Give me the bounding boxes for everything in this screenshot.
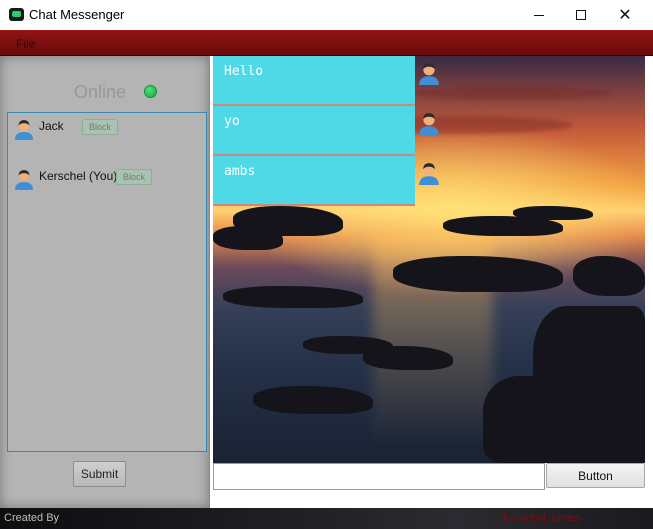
window-title: Chat Messenger xyxy=(29,7,125,22)
chat-message-bubble: Hello xyxy=(213,56,415,106)
chat-messenger-window: Chat Messenger ✕ File Online Jack Block … xyxy=(0,0,653,529)
user-list[interactable]: Jack Block Kerschel (You) Block xyxy=(7,112,207,452)
chat-message-area[interactable]: Hello yo ambs xyxy=(213,56,645,463)
online-status-label: Online xyxy=(74,82,127,102)
background-rock xyxy=(213,226,283,250)
footer-bar: Created By Kerschel James xyxy=(0,508,653,529)
background-rock xyxy=(223,286,363,308)
chat-message-text: yo xyxy=(224,114,240,129)
message-input[interactable] xyxy=(213,463,545,490)
online-status-indicator xyxy=(144,85,157,98)
sender-avatar-icon xyxy=(419,163,439,185)
chat-message-bubble: yo xyxy=(213,106,415,156)
maximize-button[interactable] xyxy=(558,0,604,30)
maximize-icon xyxy=(576,10,586,20)
user-name: Jack xyxy=(39,119,64,133)
close-button[interactable]: ✕ xyxy=(602,0,648,30)
chat-message-text: ambs xyxy=(224,164,256,179)
background-rock xyxy=(483,376,573,463)
background-rock xyxy=(513,206,593,220)
user-list-item[interactable]: Kerschel (You) Block xyxy=(8,165,206,195)
title-bar: Chat Messenger ✕ xyxy=(0,0,653,30)
send-button[interactable]: Button xyxy=(546,463,645,488)
background-rock xyxy=(393,256,563,292)
created-by-label: Created By xyxy=(4,512,60,524)
sender-avatar-icon xyxy=(419,113,439,135)
user-name: Kerschel (You) xyxy=(39,169,118,183)
submit-button[interactable]: Submit xyxy=(73,461,126,487)
user-avatar-icon xyxy=(15,170,33,190)
sender-avatar-icon xyxy=(419,63,439,85)
chat-app-icon xyxy=(9,8,24,21)
background-rock xyxy=(573,256,645,296)
menu-bar: File xyxy=(0,30,653,56)
block-user-button[interactable]: Block xyxy=(82,119,119,135)
close-icon: ✕ xyxy=(618,5,632,24)
chat-message-bubble: ambs xyxy=(213,156,415,206)
background-rock xyxy=(363,346,453,370)
user-avatar-icon xyxy=(15,120,33,140)
chat-message-text: Hello xyxy=(224,64,264,79)
menu-file[interactable]: File xyxy=(16,37,35,51)
minimize-button[interactable] xyxy=(516,0,562,30)
online-users-panel: Online Jack Block Kerschel (You) Block S… xyxy=(0,56,210,508)
author-name: Kerschel James xyxy=(503,512,582,524)
block-user-button[interactable]: Block xyxy=(116,169,153,185)
user-list-item[interactable]: Jack Block xyxy=(8,115,206,145)
background-cloud xyxy=(413,86,613,100)
background-rock xyxy=(253,386,373,414)
minimize-icon xyxy=(534,14,544,16)
